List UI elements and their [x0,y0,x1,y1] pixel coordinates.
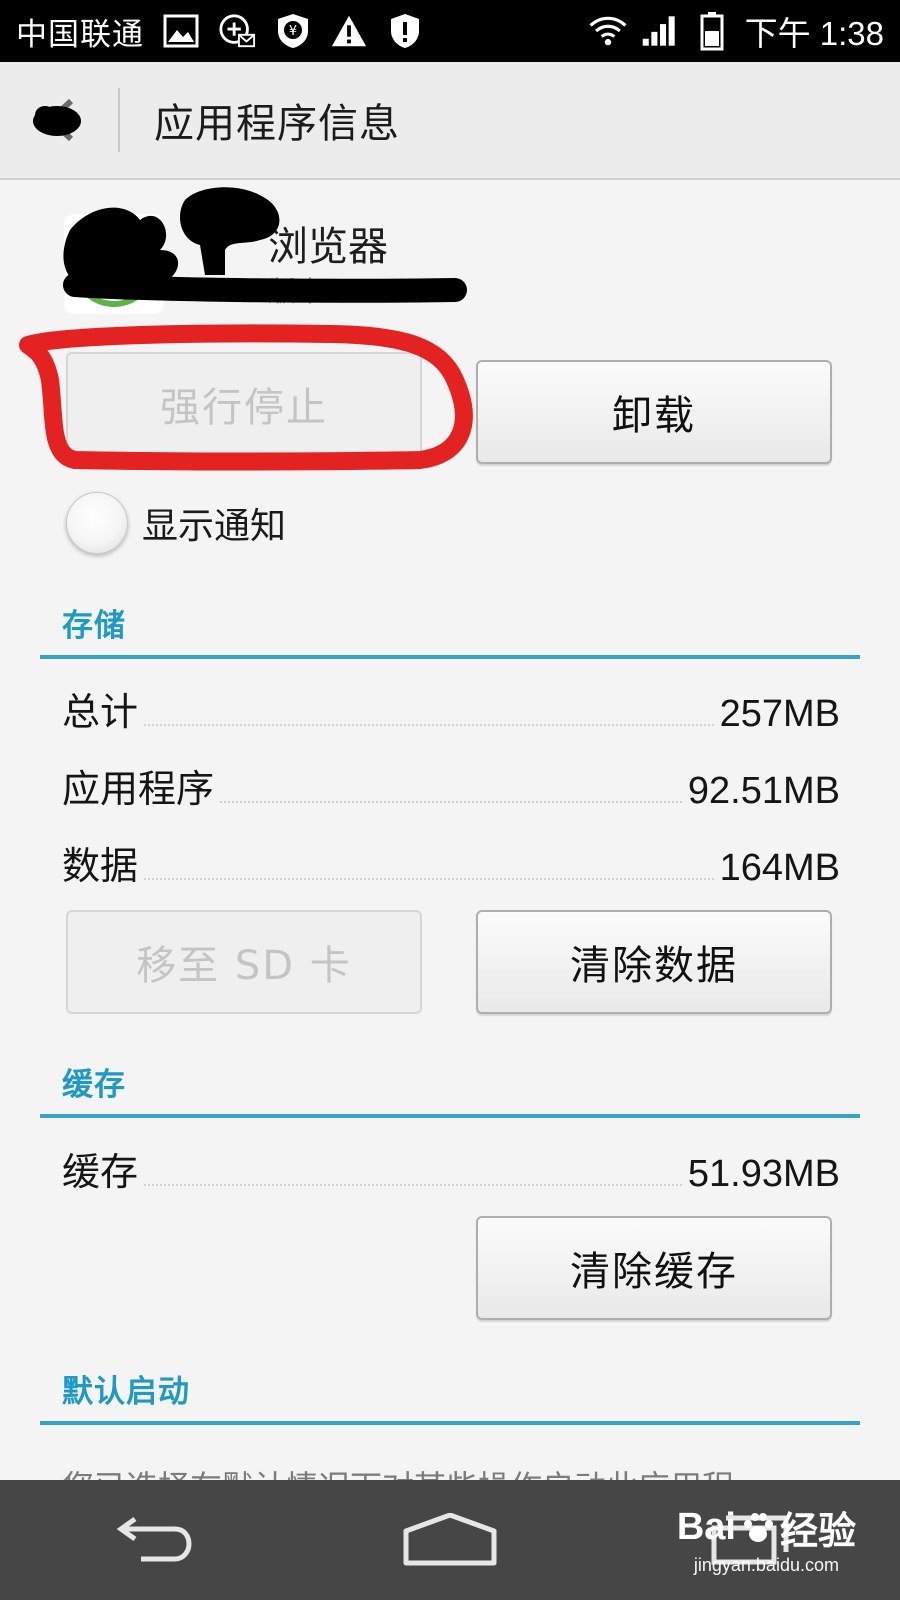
storage-data-row: 数据 164MB [62,830,840,890]
storage-data-label: 数据 [62,844,139,888]
storage-app-label: 应用程序 [62,767,215,811]
force-stop-button[interactable]: 强行停止 [66,352,422,456]
back-icon [33,98,81,142]
storage-data-value: 164MB [719,847,840,889]
cache-label: 缓存 [62,1150,139,1194]
image-icon [162,12,200,50]
app-notification-icon [218,12,256,50]
app-version: 版本 3.0.110 [268,275,440,308]
status-bar: 中国联通 ¥ 下午 1:38 [0,0,900,62]
storage-total-value: 257MB [719,693,840,735]
cache-section-rule [40,1114,860,1118]
nav-home-button[interactable] [380,1495,520,1585]
paw-icon [743,1512,773,1542]
storage-app-value: 92.51MB [687,770,840,812]
nav-back-button[interactable] [80,1495,220,1585]
carrier-label: 中国联通 [16,16,144,53]
show-notification-label: 显示通知 [142,506,287,547]
battery-icon [693,12,731,51]
storage-app-row: 应用程序 92.51MB [62,753,840,813]
uninstall-button[interactable]: 卸载 [476,360,832,464]
svg-text:¥: ¥ [289,24,297,39]
move-to-sd-button[interactable]: 移至 SD 卡 [66,910,422,1014]
default-launch-section-rule [40,1421,860,1425]
baidu-watermark: Bai 经验 jingyan.baidu.com [677,1500,856,1576]
wifi-icon [589,12,627,50]
app-name: 浏览器 [268,224,388,270]
show-notification-row[interactable]: 显示通知 [66,488,286,558]
leader-dots [144,1184,682,1186]
leader-dots [220,801,682,803]
warning-icon [330,12,368,50]
action-bar: 应用程序信息 [0,62,900,180]
page-title: 应用程序信息 [154,101,400,147]
cache-section-title: 缓存 [62,1067,126,1103]
signal-icon [641,12,679,50]
watermark-site: jingyan.baidu.com [693,1555,839,1575]
clock: 下午 1:38 [744,15,884,52]
action-bar-divider [118,88,120,152]
cache-value: 51.93MB [687,1153,840,1195]
watermark-brand-right: 经验 [779,1511,856,1553]
home-nav-icon [403,1513,497,1566]
app-header: 浏览器 版本 3.0.110 [64,200,484,320]
storage-section-rule [40,655,860,659]
default-launch-section-title: 默认启动 [62,1374,190,1410]
leader-dots [144,878,714,880]
app-icon [64,214,164,314]
show-notification-checkbox[interactable] [66,492,128,554]
yen-shield-icon: ¥ [274,12,312,50]
watermark-brand-left: Bai [676,1506,736,1548]
storage-total-row: 总计 257MB [62,676,840,736]
cache-row: 缓存 51.93MB [62,1136,840,1196]
clear-cache-button[interactable]: 清除缓存 [476,1216,832,1320]
shield-icon [386,12,424,50]
back-button[interactable] [0,61,118,179]
storage-total-label: 总计 [62,690,139,734]
storage-section-title: 存储 [62,608,126,644]
clear-data-button[interactable]: 清除数据 [476,910,832,1014]
leader-dots [144,724,714,726]
back-nav-icon [116,1516,192,1562]
